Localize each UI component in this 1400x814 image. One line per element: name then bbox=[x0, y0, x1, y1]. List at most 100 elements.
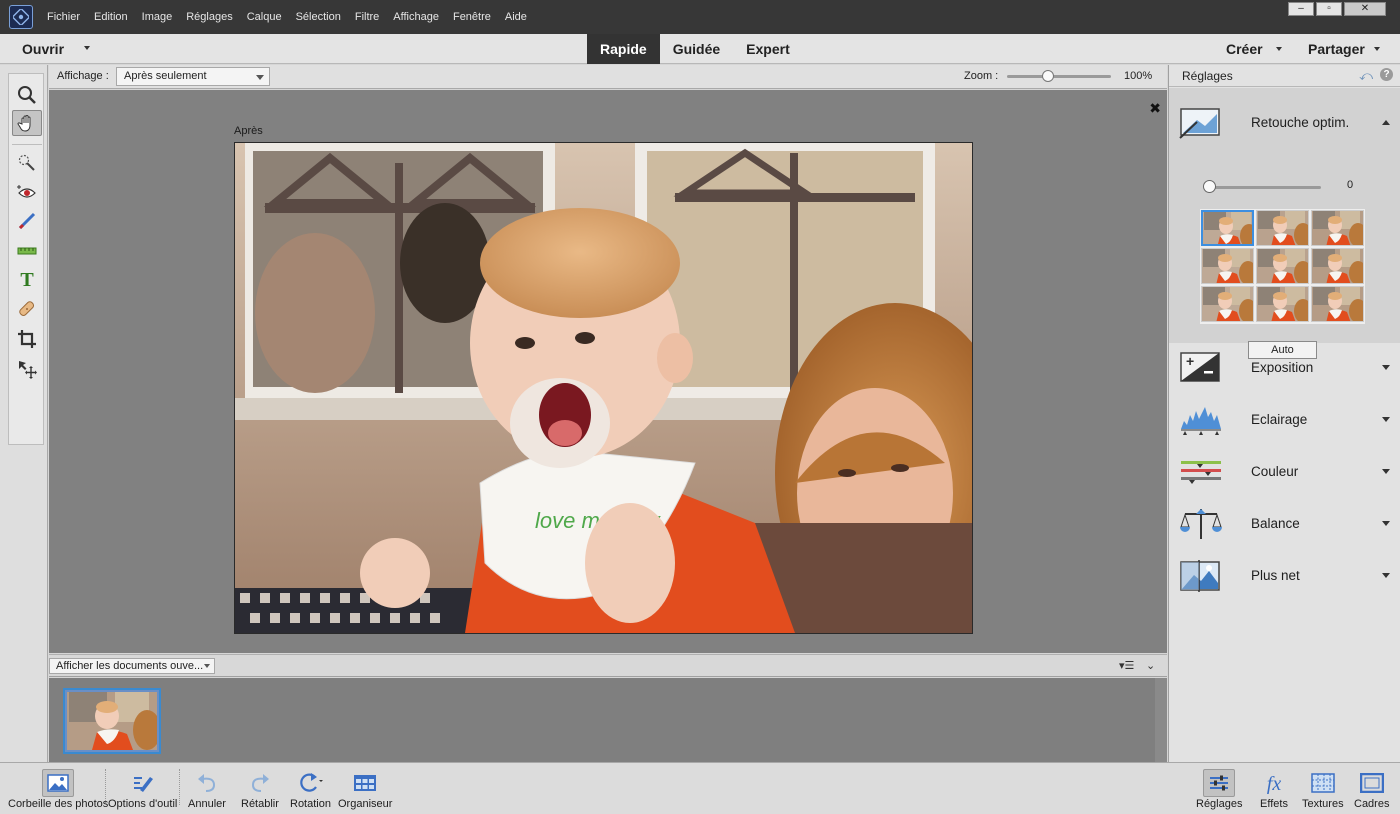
menu-aide[interactable]: Aide bbox=[498, 0, 534, 34]
tab-expert[interactable]: Expert bbox=[733, 34, 803, 64]
chevron-down-icon[interactable]: ⌄ bbox=[1146, 659, 1155, 672]
textures-label: Textures bbox=[1302, 798, 1344, 810]
smart-fix-preview-thumbnail[interactable] bbox=[1201, 286, 1254, 322]
photo-bin-header: Afficher les documents ouve... ▾☰ ⌄ bbox=[49, 654, 1167, 677]
close-window-button[interactable]: ✕ bbox=[1344, 2, 1386, 16]
red-eye-tool-icon[interactable] bbox=[12, 180, 42, 206]
undo-button[interactable]: Annuler bbox=[188, 763, 226, 813]
crop-tool-icon[interactable] bbox=[12, 326, 42, 352]
adjustment-lighting[interactable]: Eclairage bbox=[1169, 397, 1400, 443]
smart-fix-preview-thumbnail[interactable] bbox=[1311, 210, 1364, 246]
chevron-down-icon bbox=[256, 75, 264, 80]
open-dropdown-caret-icon[interactable] bbox=[84, 46, 90, 50]
share-button[interactable]: Partager bbox=[1308, 34, 1365, 64]
spot-healing-tool-icon[interactable] bbox=[12, 296, 42, 322]
zoom-slider-track[interactable] bbox=[1007, 75, 1111, 78]
after-view-label: Après bbox=[234, 125, 263, 137]
whiten-teeth-tool-icon[interactable] bbox=[12, 208, 42, 234]
window-controls: – ▫ ✕ bbox=[1288, 2, 1386, 16]
adjustment-sharpen[interactable]: Plus net bbox=[1169, 553, 1400, 599]
redo-button[interactable]: Rétablir bbox=[241, 763, 279, 813]
adjustments-icon bbox=[1203, 769, 1236, 797]
zoom-tool-icon[interactable] bbox=[12, 82, 42, 108]
adjustment-color[interactable]: Couleur bbox=[1169, 449, 1400, 495]
chevron-down-icon bbox=[1382, 417, 1390, 422]
quick-selection-tool-icon[interactable] bbox=[12, 150, 42, 176]
smart-fix-amount-slider[interactable] bbox=[1209, 186, 1321, 189]
adjustment-exposure-label: Exposition bbox=[1251, 360, 1314, 375]
menu-fenetre[interactable]: Fenêtre bbox=[446, 0, 498, 34]
create-button[interactable]: Créer bbox=[1226, 34, 1263, 64]
color-sliders-icon bbox=[1179, 455, 1223, 489]
svg-text:fx: fx bbox=[1267, 773, 1282, 794]
list-options-icon[interactable]: ▾☰ bbox=[1119, 659, 1134, 672]
move-tool-icon[interactable] bbox=[12, 356, 42, 382]
frames-button[interactable]: Cadres bbox=[1354, 763, 1389, 813]
smart-fix-preview-thumbnail[interactable] bbox=[1201, 248, 1254, 284]
smart-fix-amount-handle[interactable] bbox=[1203, 180, 1216, 193]
hand-tool-icon[interactable] bbox=[12, 110, 42, 136]
organizer-label: Organiseur bbox=[338, 798, 393, 810]
smart-fix-preview-thumbnail[interactable] bbox=[1256, 210, 1309, 246]
menu-filtre[interactable]: Filtre bbox=[348, 0, 386, 34]
view-mode-select[interactable]: Après seulement bbox=[116, 67, 270, 86]
svg-text:+: + bbox=[1186, 353, 1194, 369]
bin-scrollbar[interactable] bbox=[1155, 678, 1167, 762]
tab-rapide[interactable]: Rapide bbox=[587, 34, 660, 64]
textures-button[interactable]: Textures bbox=[1302, 763, 1344, 813]
menu-edition[interactable]: Edition bbox=[87, 0, 135, 34]
smart-fix-section: Retouche optim. 0 Auto bbox=[1169, 88, 1400, 359]
smart-fix-preview-thumbnail[interactable] bbox=[1311, 286, 1364, 322]
smart-fix-preview-thumbnail[interactable] bbox=[1311, 248, 1364, 284]
open-button[interactable]: Ouvrir bbox=[22, 34, 64, 64]
bin-source-select[interactable]: Afficher les documents ouve... bbox=[49, 658, 215, 674]
adjustments-button[interactable]: Réglages bbox=[1196, 763, 1242, 813]
minimize-button[interactable]: – bbox=[1288, 2, 1314, 16]
toolbox: T bbox=[0, 65, 48, 762]
panel-header: Réglages ⤺ ? bbox=[1169, 65, 1400, 87]
organizer-button[interactable]: Organiseur bbox=[338, 763, 392, 813]
photo-bin-button[interactable]: Corbeille des photos bbox=[8, 763, 108, 813]
zoom-slider-handle[interactable] bbox=[1041, 70, 1054, 82]
app-logo-icon[interactable] bbox=[9, 5, 33, 29]
adjustment-sharpen-label: Plus net bbox=[1251, 568, 1300, 583]
photo-bin-icon bbox=[42, 769, 75, 797]
mode-bar: Ouvrir Rapide Guidée Expert Créer Partag… bbox=[0, 34, 1400, 64]
panel-title: Réglages bbox=[1182, 69, 1233, 83]
undo-icon bbox=[191, 769, 223, 797]
create-caret-icon bbox=[1276, 47, 1282, 51]
smart-fix-preview-thumbnail[interactable] bbox=[1201, 210, 1254, 246]
menu-image[interactable]: Image bbox=[135, 0, 180, 34]
smart-fix-row[interactable]: Retouche optim. bbox=[1169, 100, 1400, 146]
photo-after[interactable]: love mommy bbox=[234, 142, 973, 634]
effects-button[interactable]: fx Effets bbox=[1258, 763, 1290, 813]
adjustment-exposure[interactable]: + Exposition bbox=[1169, 345, 1400, 391]
share-caret-icon bbox=[1374, 47, 1380, 51]
menu-reglages[interactable]: Réglages bbox=[179, 0, 239, 34]
maximize-button[interactable]: ▫ bbox=[1316, 2, 1342, 16]
image-canvas[interactable]: ✖ Après love mommy bbox=[49, 90, 1167, 653]
tool-options-button[interactable]: Options d'outil bbox=[108, 763, 177, 813]
chevron-up-icon bbox=[1382, 120, 1390, 125]
smart-fix-preview-thumbnail[interactable] bbox=[1256, 286, 1309, 322]
bin-source-value: Afficher les documents ouve... bbox=[56, 660, 204, 672]
type-tool-icon[interactable]: T bbox=[12, 266, 42, 292]
close-icon[interactable]: ✖ bbox=[1149, 100, 1161, 117]
tab-guidee[interactable]: Guidée bbox=[660, 34, 733, 64]
menu-calque[interactable]: Calque bbox=[240, 0, 289, 34]
rotate-button[interactable]: Rotation bbox=[290, 763, 331, 813]
smart-fix-preview-thumbnail[interactable] bbox=[1256, 248, 1309, 284]
menu-fichier[interactable]: Fichier bbox=[40, 0, 87, 34]
help-icon[interactable]: ? bbox=[1380, 68, 1393, 81]
svg-text:T: T bbox=[20, 269, 34, 289]
view-options-bar: Affichage : Après seulement Zoom : 100% bbox=[49, 65, 1167, 89]
straighten-tool-icon[interactable] bbox=[12, 236, 42, 262]
adjustment-lighting-label: Eclairage bbox=[1251, 412, 1308, 427]
undo-label: Annuler bbox=[188, 798, 226, 810]
photo-bin-thumbnail[interactable] bbox=[63, 688, 161, 754]
title-bar: Fichier Edition Image Réglages Calque Sé… bbox=[0, 0, 1400, 34]
adjustment-balance[interactable]: Balance bbox=[1169, 501, 1400, 547]
menu-selection[interactable]: Sélection bbox=[289, 0, 348, 34]
menu-affichage[interactable]: Affichage bbox=[386, 0, 446, 34]
reset-panel-icon[interactable]: ⤺ bbox=[1359, 68, 1373, 84]
